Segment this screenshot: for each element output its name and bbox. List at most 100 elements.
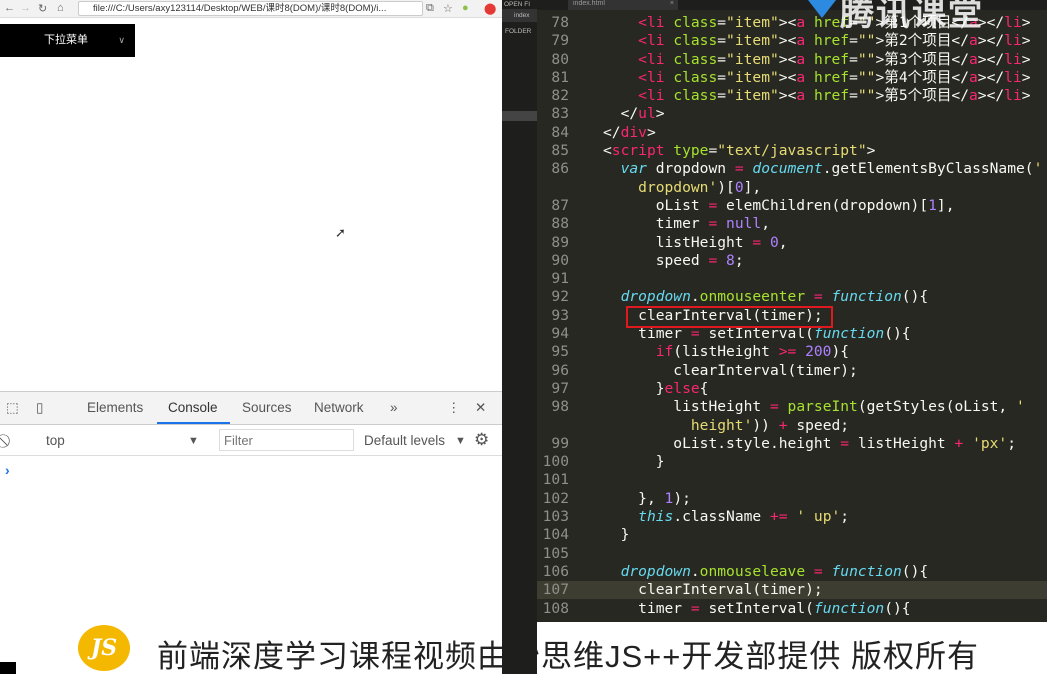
code-line[interactable]: 81 <li class="item"><a href="">第4个项目</a>… xyxy=(537,69,1047,87)
code-line[interactable]: 89 listHeight = 0, xyxy=(537,234,1047,252)
code-token: } xyxy=(655,453,665,471)
code-line[interactable]: 95 if(listHeight >= 200){ xyxy=(537,343,1047,361)
back-icon[interactable]: ← xyxy=(4,2,15,14)
code-line[interactable]: dropdown')[0], xyxy=(537,179,1047,197)
url-field[interactable]: file:///C:/Users/axy123114/Desktop/WEB/课… xyxy=(78,1,423,16)
code-line[interactable]: 82 <li class="item"><a href="">第5个项目</a>… xyxy=(537,87,1047,105)
code-line[interactable]: 105 xyxy=(537,545,1047,563)
code-token: class xyxy=(664,50,718,68)
code-line[interactable]: 96 clearInterval(timer); xyxy=(537,362,1047,380)
code-token: ' up' xyxy=(796,508,841,526)
code-token: = xyxy=(690,599,700,617)
more-options-icon[interactable]: ⋮ xyxy=(447,400,461,416)
translate-icon[interactable]: ⧉ xyxy=(426,2,434,15)
code-line[interactable]: 98 listHeight = parseInt(getStyles(oList… xyxy=(537,398,1047,416)
code-token: a xyxy=(969,68,978,86)
code-token: (){ xyxy=(884,325,911,343)
code-token: li xyxy=(1004,68,1022,86)
tab-elements[interactable]: Elements xyxy=(87,400,143,415)
tab-console[interactable]: Console xyxy=(168,400,218,415)
code-line[interactable]: 104 } xyxy=(537,526,1047,544)
code-line[interactable]: 91 xyxy=(537,270,1047,288)
reload-icon[interactable]: ↻ xyxy=(38,2,47,15)
chevron-down-icon: ∨ xyxy=(118,35,125,45)
code-token: >第3个项目</ xyxy=(875,50,969,68)
code-line[interactable]: 97 }else{ xyxy=(537,380,1047,398)
inspect-element-icon[interactable]: ⬚ xyxy=(6,400,19,416)
extension-icon-2[interactable]: ⬤ xyxy=(484,2,496,15)
code-token: = xyxy=(813,288,823,306)
code-line[interactable]: 99 oList.style.height = listHeight + 'px… xyxy=(537,435,1047,453)
gear-icon[interactable]: ⚙ xyxy=(474,430,489,450)
device-toggle-icon[interactable]: ▯ xyxy=(36,400,43,416)
tab-index-html[interactable]: index.html × xyxy=(568,0,678,10)
line-number: 96 xyxy=(551,361,569,379)
context-select[interactable]: top xyxy=(46,433,65,448)
line-number: 100 xyxy=(542,453,569,471)
console-prompt[interactable]: › xyxy=(5,462,10,478)
code-token: }, xyxy=(638,489,665,507)
code-token: ; xyxy=(840,508,850,526)
filter-input[interactable] xyxy=(219,429,354,451)
line-number: 91 xyxy=(551,270,569,288)
code-token: . xyxy=(690,562,700,580)
code-line[interactable]: 84 </div> xyxy=(537,124,1047,142)
more-tabs-button[interactable]: » xyxy=(390,400,398,415)
code-token: timer xyxy=(638,599,691,617)
code-line[interactable]: 102 }, 1); xyxy=(537,490,1047,508)
code-line[interactable]: 88 timer = null, xyxy=(537,215,1047,233)
sidebar-open-file[interactable]: index xyxy=(502,9,537,22)
code-token: li xyxy=(646,50,665,68)
code-token: = xyxy=(717,32,727,50)
code-line[interactable]: 92 dropdown.onmouseenter = function(){ xyxy=(537,288,1047,306)
code-token: "text/javascript" xyxy=(717,142,867,160)
caret-down-icon[interactable]: ▼ xyxy=(188,435,199,447)
code-token: )[ xyxy=(717,178,735,196)
code-line[interactable]: height')) + speed; xyxy=(537,417,1047,435)
code-token: function xyxy=(813,599,885,617)
close-icon[interactable]: ✕ xyxy=(475,400,486,416)
code-line[interactable]: 80 <li class="item"><a href="">第3个项目</a>… xyxy=(537,51,1047,69)
line-number: 102 xyxy=(542,489,569,507)
caret-down-icon[interactable]: ▼ xyxy=(455,435,466,447)
forward-icon[interactable]: → xyxy=(20,2,31,14)
tab-network[interactable]: Network xyxy=(314,400,364,415)
code-token: > xyxy=(778,32,788,50)
code-token: = xyxy=(734,160,744,178)
code-line[interactable]: 83 </ul> xyxy=(537,105,1047,123)
code-line[interactable]: 87 oList = elemChildren(dropdown)[1], xyxy=(537,197,1047,215)
tab-sources[interactable]: Sources xyxy=(242,400,292,415)
code-line[interactable]: 86 var dropdown = document.getElementsBy… xyxy=(537,160,1047,178)
code-line[interactable]: 79 <li class="item"><a href="">第2个项目</a>… xyxy=(537,32,1047,50)
bookmark-star-icon[interactable]: ☆ xyxy=(443,2,453,15)
log-levels-select[interactable]: Default levels xyxy=(364,433,445,448)
tab-title: index.html xyxy=(573,0,605,7)
line-number: 83 xyxy=(551,105,569,123)
line-number: 81 xyxy=(551,68,569,86)
code-token: onmouseenter xyxy=(699,288,806,306)
home-icon[interactable]: ⌂ xyxy=(57,2,64,14)
address-bar-row: ← → ↻ ⌂ file:///C:/Users/axy123114/Deskt… xyxy=(0,0,502,18)
code-line[interactable]: 101 xyxy=(537,471,1047,489)
code-line[interactable]: 85 <script type="text/javascript"> xyxy=(537,142,1047,160)
code-token: 'px' xyxy=(972,434,1008,452)
extension-icon[interactable]: ● xyxy=(462,2,469,14)
code-token: 1 xyxy=(664,489,674,507)
code-token: href xyxy=(805,50,850,68)
code-line[interactable]: 100 } xyxy=(537,453,1047,471)
code-line[interactable]: 107 clearInterval(timer); xyxy=(537,581,1047,599)
code-token: = xyxy=(708,196,718,214)
code-line[interactable]: 108 timer = setInterval(function(){ xyxy=(537,600,1047,618)
code-line[interactable]: 103 this.className += ' up'; xyxy=(537,508,1047,526)
code-token: "" xyxy=(857,87,876,105)
code-token: >= xyxy=(778,343,797,361)
close-icon[interactable]: × xyxy=(670,0,674,7)
code-token: < xyxy=(603,142,612,160)
dropdown-menu[interactable]: 下拉菜单 ∨ xyxy=(0,24,135,57)
code-line[interactable]: 106 dropdown.onmouseleave = function(){ xyxy=(537,563,1047,581)
code-line[interactable]: 90 speed = 8; xyxy=(537,252,1047,270)
code-token: div xyxy=(620,123,647,141)
sidebar-scroll[interactable] xyxy=(502,111,537,121)
